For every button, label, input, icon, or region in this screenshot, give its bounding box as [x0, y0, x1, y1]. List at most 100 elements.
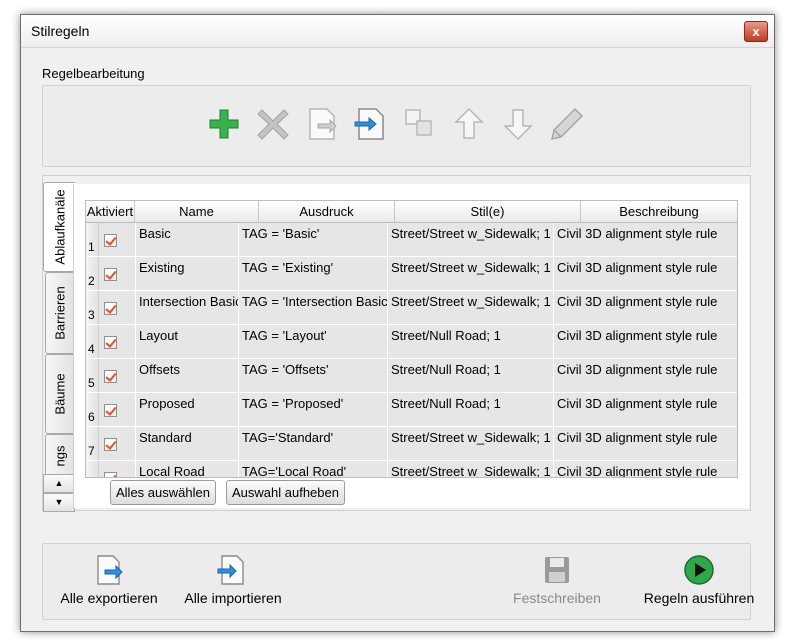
style-cell: Street/Street w_Sidewalk; 1 [388, 427, 554, 460]
tab-scroll-up-button[interactable]: ▲ [43, 474, 75, 493]
name-cell: Basic [136, 223, 239, 256]
bottom-actions: Alle exportieren Alle importieren Festsc… [42, 543, 754, 620]
commit-button[interactable]: Festschreiben [509, 544, 605, 619]
window-title: Stilregeln [31, 23, 90, 39]
active-cell [99, 427, 136, 460]
commit-label: Festschreiben [513, 590, 601, 606]
expression-cell: TAG='Local Road' [239, 461, 388, 477]
style-cell: Street/Street w_Sidewalk; 1 [388, 461, 554, 477]
style-rules-dialog: Stilregeln x Regelbearbeitung Ablaufkanä… [20, 14, 775, 632]
active-checkbox[interactable] [104, 234, 117, 247]
export-all-label: Alle exportieren [60, 590, 158, 606]
active-cell [99, 257, 136, 290]
tab-label: Bäume [52, 373, 68, 415]
name-cell: Local Road [136, 461, 239, 477]
tab-scroll-down-button[interactable]: ▼ [43, 493, 75, 512]
import-all-label: Alle importieren [184, 590, 282, 606]
active-checkbox[interactable] [104, 438, 117, 451]
style-cell: Street/Null Road; 1 [388, 359, 554, 392]
active-checkbox[interactable] [104, 370, 117, 383]
style-cell: Street/Null Road; 1 [388, 393, 554, 426]
delete-icon [257, 109, 289, 140]
export-rule-button[interactable] [304, 106, 340, 142]
add-rule-button[interactable] [206, 106, 242, 142]
active-checkbox[interactable] [104, 404, 117, 417]
move-down-button[interactable] [500, 106, 536, 142]
description-cell: Civil 3D alignment style rule [557, 260, 718, 275]
title-bar[interactable]: Stilregeln x [21, 15, 774, 48]
tab-label: Barrieren [52, 286, 68, 340]
active-cell [99, 393, 136, 426]
name-cell: Intersection Basic [136, 291, 239, 324]
table-row[interactable]: 2 Existing TAG = 'Existing' Street/Stree… [86, 257, 737, 291]
row-number: 6 [86, 393, 99, 426]
column-header-stil[interactable]: Stil(e) [395, 201, 581, 222]
column-header-ausdruck[interactable]: Ausdruck [259, 201, 395, 222]
style-cell: Street/Null Road; 1 [388, 325, 554, 358]
active-checkbox[interactable] [104, 302, 117, 315]
table-header: Aktiviert Name Ausdruck Stil(e) Beschrei… [86, 201, 737, 223]
export-all-button[interactable]: Alle exportieren [57, 544, 161, 619]
expression-cell: TAG = 'Layout' [239, 325, 388, 358]
table-row[interactable]: 1 Basic TAG = 'Basic' Street/Street w_Si… [86, 223, 737, 257]
active-cell [99, 461, 136, 477]
name-cell: Offsets [136, 359, 239, 392]
rule-toolbar [42, 85, 751, 167]
name-cell: Layout [136, 325, 239, 358]
tab-label: ngs [52, 445, 68, 467]
tab-panel: Aktiviert Name Ausdruck Stil(e) Beschrei… [73, 184, 749, 508]
expression-cell: TAG = 'Offsets' [239, 359, 388, 392]
style-cell: Street/Street w_Sidewalk; 1 [388, 257, 554, 290]
move-up-button[interactable] [451, 106, 487, 142]
copy-icon [405, 109, 432, 136]
edit-rule-button[interactable] [549, 106, 585, 142]
run-rules-button[interactable]: Regeln ausführen [637, 544, 761, 619]
import-all-button[interactable]: Alle importieren [181, 544, 285, 619]
add-icon [209, 109, 239, 139]
deselect-button[interactable]: Auswahl aufheben [226, 480, 345, 505]
description-cell: Civil 3D alignment style rule [557, 430, 718, 445]
copy-rule-button[interactable] [402, 106, 438, 142]
tab-partial[interactable]: ngs [45, 434, 74, 478]
row-number: 1 [86, 223, 99, 256]
description-cell: Civil 3D alignment style rule [557, 226, 718, 241]
close-button[interactable]: x [744, 21, 768, 42]
table-row[interactable]: 8 Local Road TAG='Local Road' Street/Str… [86, 461, 737, 478]
active-checkbox[interactable] [104, 268, 117, 281]
description-cell: Civil 3D alignment style rule [557, 362, 718, 377]
column-header-beschreibung[interactable]: Beschreibung [581, 201, 737, 222]
tab-barrieren[interactable]: Barrieren [45, 272, 74, 354]
row-number: 5 [86, 359, 99, 392]
row-number: 4 [86, 325, 99, 358]
tab-label: Ablaufkanäle [52, 189, 67, 265]
run-rules-label: Regeln ausführen [643, 590, 755, 606]
row-number: 7 [86, 427, 99, 460]
select-all-button[interactable]: Alles auswählen [110, 480, 216, 505]
export-icon [309, 108, 337, 140]
table-row[interactable]: 7 Standard TAG='Standard' Street/Street … [86, 427, 737, 461]
active-checkbox[interactable] [104, 472, 117, 477]
style-cell: Street/Street w_Sidewalk; 1 [388, 223, 554, 256]
expression-cell: TAG = 'Existing' [239, 257, 388, 290]
save-icon [545, 557, 569, 583]
active-cell [99, 325, 136, 358]
tab-baeume[interactable]: Bäume [45, 354, 74, 434]
rules-table[interactable]: Aktiviert Name Ausdruck Stil(e) Beschrei… [85, 200, 738, 478]
column-header-aktiviert[interactable]: Aktiviert [86, 201, 135, 222]
export-icon [97, 555, 123, 585]
table-row[interactable]: 5 Offsets TAG = 'Offsets' Street/Null Ro… [86, 359, 737, 393]
import-icon [354, 108, 384, 140]
column-header-name[interactable]: Name [135, 201, 259, 222]
table-row[interactable]: 3 Intersection Basic TAG = 'Intersection… [86, 291, 737, 325]
description-cell: Civil 3D alignment style rule [557, 464, 718, 478]
rules-area: Ablaufkanäle Barrieren Bäume ngs ▲ ▼ Akt… [42, 175, 751, 512]
arrow-up-icon [454, 107, 484, 139]
tab-ablaufkanaele[interactable]: Ablaufkanäle [43, 182, 75, 272]
table-row[interactable]: 6 Proposed TAG = 'Proposed' Street/Null … [86, 393, 737, 427]
import-rule-button[interactable] [353, 106, 389, 142]
description-cell: Civil 3D alignment style rule [557, 328, 718, 343]
delete-rule-button[interactable] [255, 106, 291, 142]
active-checkbox[interactable] [104, 336, 117, 349]
arrow-down-icon [503, 109, 533, 141]
table-row[interactable]: 4 Layout TAG = 'Layout' Street/Null Road… [86, 325, 737, 359]
